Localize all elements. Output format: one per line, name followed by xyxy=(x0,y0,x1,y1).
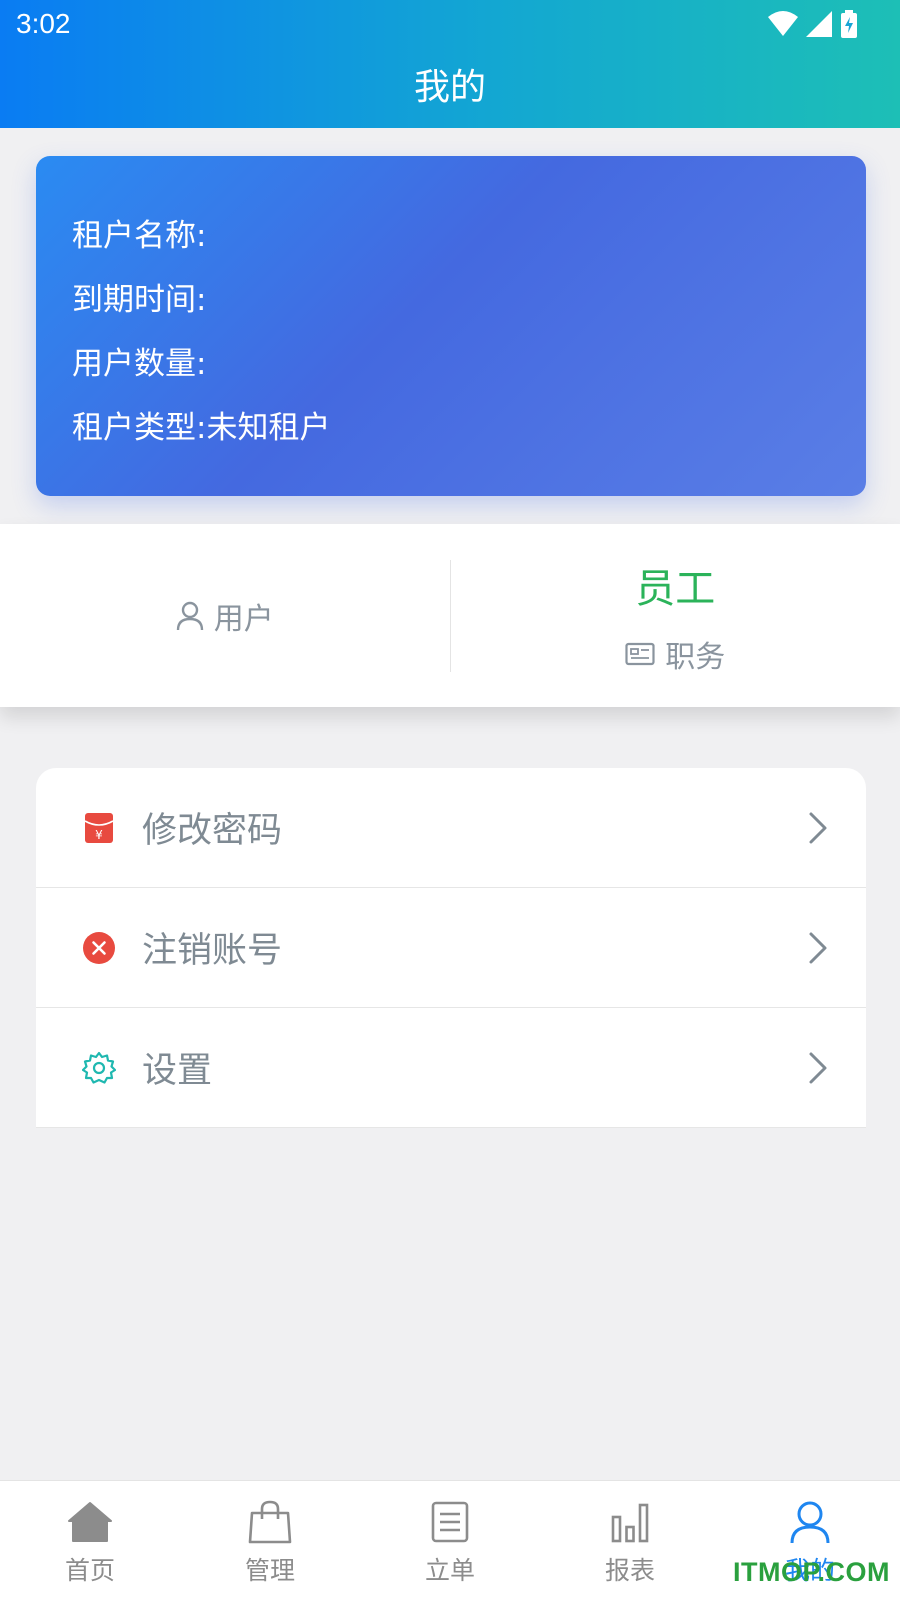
document-icon xyxy=(431,1501,469,1543)
tenant-row-expiry: 到期时间: xyxy=(72,268,830,332)
status-icons xyxy=(768,10,858,38)
nav-item-home[interactable]: 首页 xyxy=(0,1481,180,1600)
signal-icon xyxy=(806,11,832,37)
status-time: 3:02 xyxy=(16,8,71,39)
menu-item-change-password[interactable]: ¥ 修改密码 xyxy=(36,768,866,888)
tenant-expiry-label: 到期时间: xyxy=(72,282,207,318)
battery-icon xyxy=(841,10,857,38)
nav-item-manage[interactable]: 管理 xyxy=(180,1481,360,1600)
role-position-label-wrap: 职务 xyxy=(625,632,725,676)
tenant-info-card: 租户名称: 到期时间: 用户数量: 租户类型: 未知租户 xyxy=(36,156,866,496)
nav-item-reports[interactable]: 报表 xyxy=(540,1481,720,1600)
watermark: ITMOP.COM xyxy=(732,1557,890,1587)
id-card-icon xyxy=(625,642,655,665)
bag-icon xyxy=(248,1500,292,1544)
nav-label-create-order: 立单 xyxy=(424,1556,475,1585)
role-panel: 用户 员工 职务 xyxy=(0,524,900,707)
chevron-right-icon xyxy=(809,1052,827,1083)
chevron-right-icon xyxy=(809,932,827,963)
tenant-row-type: 租户类型: 未知租户 xyxy=(72,396,830,460)
tenant-user-count-label: 用户数量: xyxy=(72,346,207,382)
app-header: 3:02 我的 xyxy=(0,0,900,128)
menu-label-deactivate-account: 注销账号 xyxy=(142,931,283,971)
bar-chart-icon xyxy=(611,1503,649,1543)
wifi-icon xyxy=(768,11,798,36)
page-title: 我的 xyxy=(413,67,486,108)
role-position-label: 职务 xyxy=(665,639,726,675)
home-icon xyxy=(68,1502,112,1542)
menu-item-settings[interactable]: 设置 xyxy=(36,1008,866,1128)
nav-label-reports: 报表 xyxy=(604,1556,655,1585)
role-position-column[interactable]: 员工 职务 xyxy=(451,524,900,707)
role-user-label-wrap: 用户 xyxy=(176,594,274,638)
svg-text:¥: ¥ xyxy=(95,828,103,842)
gear-icon xyxy=(82,1051,116,1085)
role-user-label: 用户 xyxy=(213,601,274,637)
menu-label-settings: 设置 xyxy=(142,1051,213,1091)
nav-label-manage: 管理 xyxy=(244,1556,295,1585)
tenant-type-value: 未知租户 xyxy=(206,410,331,446)
menu-item-deactivate-account[interactable]: 注销账号 xyxy=(36,888,866,1008)
tenant-type-label: 租户类型: xyxy=(72,410,207,446)
nav-item-create-order[interactable]: 立单 xyxy=(360,1481,540,1600)
menu-label-change-password: 修改密码 xyxy=(142,811,283,851)
role-user-column[interactable]: 用户 xyxy=(0,524,450,707)
person-icon xyxy=(790,1501,830,1544)
nav-label-home: 首页 xyxy=(64,1556,115,1585)
settings-menu: ¥ 修改密码 注销账号 设置 xyxy=(36,768,866,1128)
tenant-name-label: 租户名称: xyxy=(72,218,207,254)
tenant-row-user-count: 用户数量: xyxy=(72,332,830,396)
red-packet-icon: ¥ xyxy=(82,811,116,845)
tenant-row-name: 租户名称: xyxy=(72,204,830,268)
close-circle-icon xyxy=(82,931,116,965)
user-icon xyxy=(176,601,203,630)
chevron-right-icon xyxy=(809,812,827,843)
role-position-value: 员工 xyxy=(635,565,716,612)
